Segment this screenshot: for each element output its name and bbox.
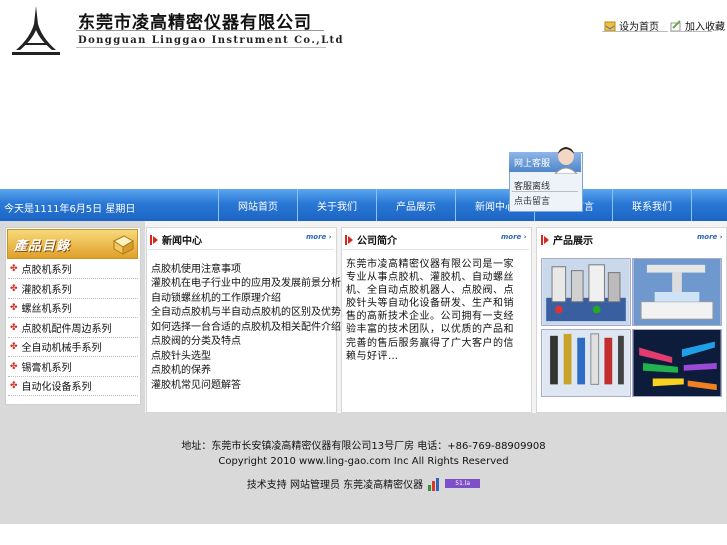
news-item[interactable]: 自动锁螺丝机的工作原理介绍 bbox=[151, 289, 281, 304]
catalog-box-icon bbox=[113, 235, 134, 255]
product-image-screwdrivers[interactable] bbox=[541, 329, 631, 397]
section-arrow-icon bbox=[541, 234, 549, 245]
nav-item-contact[interactable]: 联系我们 bbox=[612, 189, 692, 221]
nav-item-about[interactable]: 关于我们 bbox=[297, 189, 376, 221]
current-date: 今天是1111年6月5日 星期日 bbox=[4, 204, 136, 215]
sidebar-item-label: 锡膏机系列 bbox=[21, 363, 72, 374]
panel-divider bbox=[343, 249, 529, 250]
about-panel-header: 公司简介 bbox=[345, 232, 397, 247]
products-panel-header: 产品展示 bbox=[541, 232, 593, 247]
footer-support-text: 技术支持 网站管理员 东莞凌高精密仪器 bbox=[246, 480, 424, 491]
bullet-icon: ✤ bbox=[10, 302, 18, 313]
sidebar-item-automation[interactable]: ✤ 自动化设备系列 bbox=[8, 376, 138, 396]
nav-item-home[interactable]: 网站首页 bbox=[218, 189, 297, 221]
news-item[interactable]: 点胶针头选型 bbox=[151, 347, 211, 362]
bullet-icon: ✤ bbox=[10, 283, 18, 294]
news-panel-header: 新闻中心 bbox=[150, 232, 202, 247]
sidebar-item-label: 螺丝机系列 bbox=[21, 304, 72, 315]
news-more-link[interactable]: more › bbox=[306, 233, 332, 241]
sidebar-item-accessories[interactable]: ✤ 点胶机配件周边系列 bbox=[8, 318, 138, 338]
service-divider bbox=[512, 191, 578, 192]
about-description: 东莞市凌高精密仪器有限公司是一家专业从事点胶机、灌胶机、自动螺丝机、全自动点胶机… bbox=[346, 259, 514, 362]
bullet-icon: ✤ bbox=[10, 263, 18, 274]
sidebar-item-potting[interactable]: ✤ 灌胶机系列 bbox=[8, 279, 138, 299]
sidebar-item-label: 全自动机械手系列 bbox=[21, 343, 102, 354]
bullet-icon: ✤ bbox=[10, 341, 18, 352]
sidebar-item-screw[interactable]: ✤ 螺丝机系列 bbox=[8, 298, 138, 318]
sidebar-item-robot[interactable]: ✤ 全自动机械手系列 bbox=[8, 337, 138, 357]
sidebar-item-solder-paste[interactable]: ✤ 锡膏机系列 bbox=[8, 357, 138, 377]
footer-address: 地址：东莞市长安镇凌高精密仪器有限公司13号厂房 电话：+86-769-8890… bbox=[181, 441, 546, 452]
favorite-icon bbox=[670, 19, 681, 31]
sidebar-item-label: 点胶机系列 bbox=[21, 265, 72, 276]
news-item[interactable]: 全自动点胶机与半自动点胶机的区别及优势... bbox=[151, 303, 351, 318]
header-link-underline bbox=[670, 31, 712, 32]
bullet-icon: ✤ bbox=[10, 361, 18, 372]
about-panel-title: 公司简介 bbox=[357, 236, 397, 247]
header-underline bbox=[76, 47, 326, 48]
product-catalog-title: 產品目錄 bbox=[14, 239, 71, 254]
sidebar-item-label: 灌胶机系列 bbox=[21, 285, 72, 296]
product-image-dispensing-robot[interactable] bbox=[632, 258, 722, 326]
company-logo bbox=[12, 6, 60, 55]
home-icon bbox=[604, 21, 616, 31]
header-divider bbox=[76, 30, 324, 31]
bullet-icon: ✤ bbox=[10, 322, 18, 333]
news-item[interactable]: 如何选择一台合适的点胶机及相关配件介绍... bbox=[151, 318, 351, 333]
product-image-dispensing-needles[interactable] bbox=[632, 329, 722, 397]
sidebar-item-label: 点胶机配件周边系列 bbox=[21, 324, 112, 335]
news-panel-title: 新闻中心 bbox=[162, 236, 202, 247]
leave-message-link[interactable]: 点击留言 bbox=[514, 194, 550, 207]
products-more-link[interactable]: more › bbox=[697, 233, 723, 241]
about-more-link[interactable]: more › bbox=[501, 233, 527, 241]
news-item[interactable]: 点胶阀的分类及特点 bbox=[151, 332, 241, 347]
stats-chart-icon[interactable] bbox=[427, 477, 441, 491]
sidebar-item-dispenser[interactable]: ✤ 点胶机系列 bbox=[8, 259, 138, 279]
news-item[interactable]: 灌胶机常见问题解答 bbox=[151, 376, 241, 391]
products-panel-title: 产品展示 bbox=[553, 236, 593, 247]
product-image-dispenser-valves[interactable] bbox=[541, 258, 631, 326]
panel-divider bbox=[148, 249, 334, 250]
nav-item-products[interactable]: 产品展示 bbox=[376, 189, 455, 221]
bullet-icon: ✤ bbox=[10, 380, 18, 391]
section-arrow-icon bbox=[150, 234, 158, 245]
news-item[interactable]: 点胶机使用注意事项 bbox=[151, 260, 241, 275]
section-arrow-icon bbox=[345, 234, 353, 245]
header-link-underline bbox=[602, 31, 668, 32]
footer-copyright: Copyright 2010 www.ling-gao.com Inc All … bbox=[218, 456, 509, 467]
stats-badge[interactable]: 51.la bbox=[445, 479, 481, 488]
news-item[interactable]: 点胶机的保养 bbox=[151, 361, 211, 376]
site-footer bbox=[0, 413, 727, 524]
news-item[interactable]: 灌胶机在电子行业中的应用及发展前景分析... bbox=[151, 274, 351, 289]
customer-service-avatar-icon bbox=[554, 147, 578, 174]
sidebar-item-label: 自动化设备系列 bbox=[21, 382, 92, 393]
footer-support: 技术支持 网站管理员 东莞凌高精密仪器 51.la bbox=[0, 476, 727, 491]
company-name-en: Dongguan Linggao Instrument Co.,Ltd bbox=[78, 35, 344, 46]
